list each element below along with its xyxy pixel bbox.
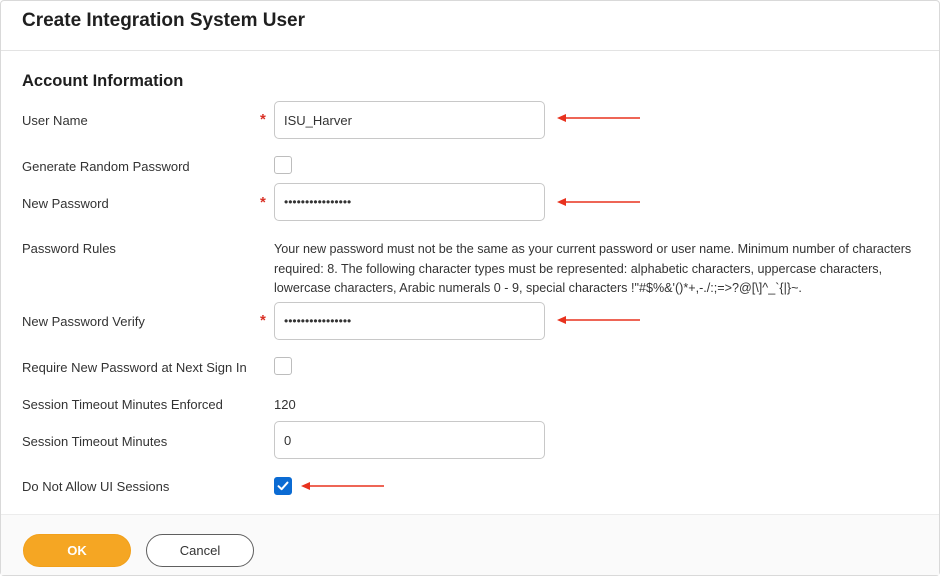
new-password-input[interactable]: •••••••••••••••• [274,183,545,221]
left-arrow-icon [557,315,641,325]
session-timeout-enforced-value: 120 [274,397,296,412]
ok-button[interactable]: OK [23,534,131,567]
session-timeout-minutes-value: 0 [284,432,292,448]
new-password-verify-required-marker: * [260,312,266,329]
dialog-footer [1,514,939,575]
left-arrow-icon [557,113,641,123]
require-new-password-label: Require New Password at Next Sign In [22,360,247,375]
do-not-allow-ui-sessions-checkbox[interactable] [274,477,292,495]
session-timeout-minutes-label: Session Timeout Minutes [22,434,168,449]
dialog-title: Create Integration System User [22,10,305,31]
new-password-required-marker: * [260,194,266,211]
cancel-button[interactable]: Cancel [146,534,254,567]
user-name-label: User Name [22,113,88,128]
do-not-allow-ui-sessions-label: Do Not Allow UI Sessions [22,479,170,494]
left-arrow-icon [557,197,641,207]
password-rules-label: Password Rules [22,241,116,256]
generate-random-password-label: Generate Random Password [22,159,190,174]
user-name-value: ISU_Harver [284,112,352,128]
generate-random-password-checkbox[interactable] [274,156,292,174]
password-rules-text: Your new password must not be the same a… [274,242,912,295]
new-password-verify-input[interactable]: •••••••••••••••• [274,302,545,340]
user-name-required-marker: * [260,111,266,128]
new-password-value: •••••••••••••••• [284,195,352,209]
session-timeout-minutes-input[interactable]: 0 [274,421,545,459]
left-arrow-icon [301,481,385,491]
new-password-verify-value: •••••••••••••••• [284,314,352,328]
require-new-password-checkbox[interactable] [274,357,292,375]
session-timeout-enforced-label: Session Timeout Minutes Enforced [22,397,223,412]
dialog-frame: Create Integration System User Account I… [0,0,940,576]
new-password-verify-label: New Password Verify [22,314,145,329]
checkmark-icon [277,481,289,491]
section-title: Account Information [22,72,184,90]
new-password-label: New Password [22,196,109,211]
user-name-input[interactable]: ISU_Harver [274,101,545,139]
dialog-header: Create Integration System User [1,1,939,51]
